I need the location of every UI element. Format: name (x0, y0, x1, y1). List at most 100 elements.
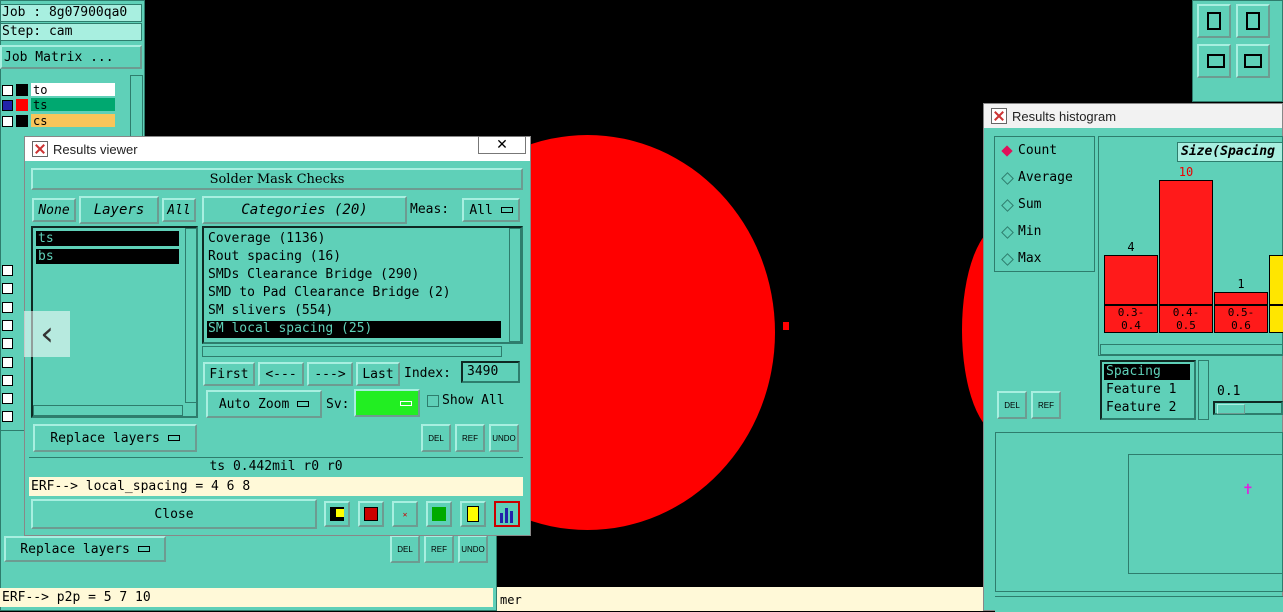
layer-name: ts (31, 98, 115, 112)
replace-layers-button[interactable]: Replace layers (33, 424, 197, 452)
last-button[interactable]: Last (356, 362, 400, 386)
layer-name: to (31, 83, 115, 97)
meas-select[interactable]: All (462, 198, 520, 222)
category-item-selected[interactable]: SM local spacing (25) (207, 321, 501, 338)
layer-checkbox[interactable] (2, 411, 13, 422)
toolbar-move-left-icon[interactable] (1197, 44, 1231, 78)
mode-option[interactable]: Sum (1001, 197, 1093, 215)
results-viewer-close-x[interactable]: ✕ (478, 136, 526, 154)
histogram-bar[interactable] (1159, 180, 1213, 305)
histogram-bar[interactable] (1214, 292, 1268, 305)
job-matrix-button[interactable]: Job Matrix ... (0, 45, 142, 69)
layer-color-swatch (16, 84, 28, 96)
category-item[interactable]: Rout spacing (16) (207, 249, 501, 266)
toolbar-move-up-icon[interactable] (1197, 4, 1231, 38)
results-viewer-titlebar[interactable]: Results viewer (25, 137, 530, 161)
layer-row[interactable]: to (0, 83, 128, 97)
show-all-checkbox[interactable] (427, 395, 439, 407)
histogram-hscroll[interactable] (1100, 344, 1283, 355)
toolbar-move-down-icon[interactable] (1236, 4, 1270, 38)
layer-checkbox[interactable] (2, 338, 13, 349)
bg-replace-layers-button[interactable]: Replace layers (4, 536, 166, 562)
dropdown-icon (500, 207, 513, 213)
next-button[interactable]: ---> (307, 362, 353, 386)
layer-checkbox[interactable] (2, 283, 13, 294)
category-item[interactable]: Coverage (1136) (207, 231, 501, 248)
close-button[interactable]: Close (31, 499, 317, 529)
mode-option[interactable]: Average (1001, 170, 1093, 188)
layer-row[interactable]: ts (0, 98, 128, 112)
prev-image-arrow-icon[interactable]: ‹ (24, 311, 70, 357)
feature-item[interactable]: Feature 1 (1104, 382, 1190, 398)
toolbar-icon-e[interactable] (460, 501, 486, 527)
toolbar-icon-b[interactable] (358, 501, 384, 527)
layer-checkbox[interactable] (2, 100, 13, 111)
show-all-label: Show All (442, 393, 505, 408)
feature-item[interactable]: Feature 2 (1104, 400, 1190, 416)
mode-option[interactable]: Count (1001, 143, 1093, 161)
undo-button[interactable]: UNDO (489, 424, 519, 452)
layer-color-swatch (16, 115, 28, 127)
layer-checkbox[interactable] (2, 375, 13, 386)
ref-button[interactable]: REF (455, 424, 485, 452)
layer-checkbox[interactable] (2, 320, 13, 331)
layers-vscroll[interactable] (185, 228, 197, 403)
bg-undo-button[interactable]: UNDO (458, 535, 488, 563)
histogram-bar[interactable] (1104, 255, 1158, 305)
layer-row[interactable]: cs (0, 114, 128, 128)
bg-ref-button[interactable]: REF (424, 535, 454, 563)
category-item[interactable]: SM slivers (554) (207, 303, 501, 320)
slider-thumb[interactable] (1217, 404, 1245, 414)
index-input[interactable]: 3490 (461, 361, 520, 383)
bottom-tail-text: mer (500, 593, 522, 607)
categories-button[interactable]: Categories (20) (202, 196, 407, 224)
layer-list-item[interactable]: bs (36, 249, 179, 264)
histogram-icon[interactable] (494, 501, 520, 527)
toolbar-move-right-icon[interactable] (1236, 44, 1270, 78)
feature-vscroll[interactable] (1198, 360, 1209, 420)
hist-del-button[interactable]: DEL (997, 391, 1027, 419)
del-button[interactable]: DEL (421, 424, 451, 452)
histogram-titlebar[interactable]: Results histogram (984, 104, 1282, 128)
toolbar-icon-c[interactable]: ✕ (392, 501, 418, 527)
meas-value: All (469, 202, 493, 218)
auto-zoom-select[interactable]: Auto Zoom (206, 390, 322, 418)
histogram-bar-value: 4 (1127, 240, 1135, 254)
sv-color-select[interactable] (354, 389, 420, 417)
toolbar-icon-d[interactable] (426, 501, 452, 527)
category-item[interactable]: SMDs Clearance Bridge (290) (207, 267, 501, 284)
layer-list-item[interactable]: ts (36, 231, 179, 246)
layer-checkbox[interactable] (2, 265, 13, 276)
layer-checkbox[interactable] (2, 302, 13, 313)
layers-button[interactable]: Layers (79, 196, 159, 224)
all-button[interactable]: All (162, 198, 196, 222)
layers-hscroll[interactable] (33, 405, 183, 416)
feature-item-selected[interactable]: Spacing (1104, 364, 1190, 380)
mode-option[interactable]: Min (1001, 224, 1093, 242)
mode-radio-group: Count Average Sum Min Max (994, 136, 1095, 272)
histogram-bin-labels: 0.3- 0.4 0.4- 0.5 0.5- 0.6 (1098, 305, 1283, 335)
meas-label: Meas: (410, 202, 450, 217)
category-item[interactable]: SMD to Pad Clearance Bridge (2) (207, 285, 501, 302)
toolbar-icon-a[interactable] (324, 501, 350, 527)
none-button[interactable]: None (32, 198, 76, 222)
categories-vscroll[interactable] (509, 228, 521, 342)
hist-bottom-strip (995, 596, 1283, 612)
bin-size-slider[interactable] (1213, 401, 1283, 415)
layer-checkbox[interactable] (2, 85, 13, 96)
mode-label: Max (1018, 251, 1042, 266)
layer-checkbox[interactable] (2, 116, 13, 127)
prev-button[interactable]: <--- (258, 362, 304, 386)
radio-icon (1001, 226, 1014, 239)
layer-checkbox[interactable] (2, 357, 13, 368)
categories-listbox[interactable]: Coverage (1136) Rout spacing (16) SMDs C… (202, 226, 523, 344)
histogram-title: Results histogram (1012, 108, 1117, 124)
feature-listbox[interactable]: Spacing Feature 1 Feature 2 (1100, 360, 1196, 420)
mode-option[interactable]: Max (1001, 251, 1093, 269)
hist-ref-button[interactable]: REF (1031, 391, 1061, 419)
radio-selected-icon (1001, 145, 1013, 157)
layer-checkbox[interactable] (2, 393, 13, 404)
bg-del-button[interactable]: DEL (390, 535, 420, 563)
first-button[interactable]: First (203, 362, 255, 386)
categories-hscroll[interactable] (202, 346, 502, 357)
